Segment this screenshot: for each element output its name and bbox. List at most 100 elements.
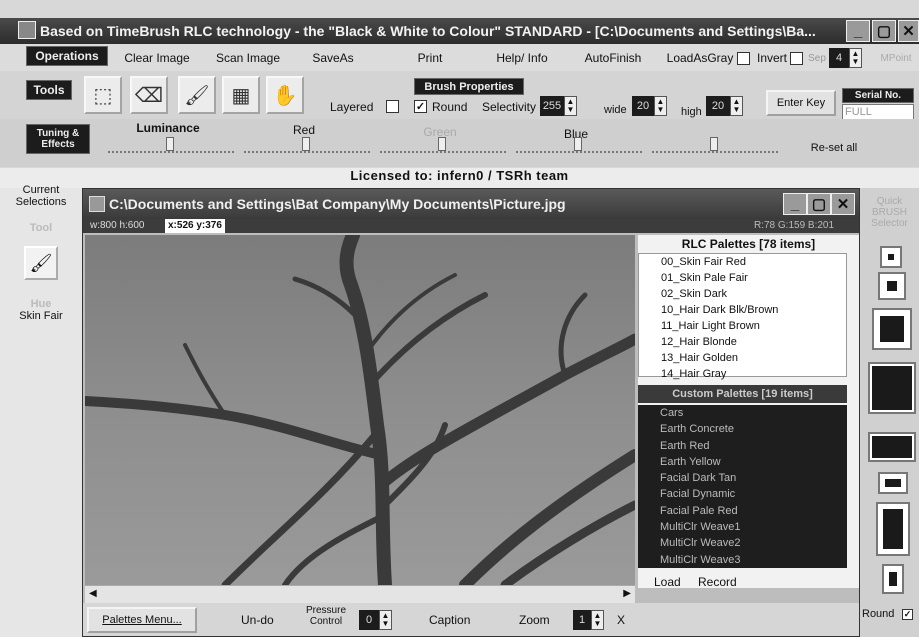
document-title: C:\Documents and Settings\Bat Company\My… xyxy=(109,196,566,212)
zoom-arrows-icon[interactable]: ▲ ▼ xyxy=(591,610,604,630)
reset-all-button[interactable]: Re-set all xyxy=(794,136,874,160)
doc-close-button[interactable]: ✕ xyxy=(831,193,855,215)
list-item[interactable]: MultiClr Weave1 xyxy=(638,519,847,535)
list-item[interactable]: 12_Hair Blonde xyxy=(639,334,846,350)
select-tool-button[interactable]: ⬚ xyxy=(84,76,122,114)
wide-value: 20 xyxy=(632,96,654,116)
loadasgray-checkbox[interactable] xyxy=(737,52,750,65)
saveas-button[interactable]: SaveAs xyxy=(298,48,368,68)
brush-size-4-button[interactable] xyxy=(868,362,916,414)
selectivity-stepper[interactable]: 255 ▲ ▼ xyxy=(540,96,577,116)
zoom-stepper[interactable]: 1 ▲ ▼ xyxy=(573,610,604,630)
pressure-stepper[interactable]: 0 ▲ ▼ xyxy=(359,610,392,630)
invert-checkbox[interactable] xyxy=(790,52,803,65)
hand-icon: ✋ xyxy=(272,84,298,107)
doc-minimize-button[interactable]: _ xyxy=(783,193,807,215)
bottom-toolbar: Palettes Menu... Un-do Pressure Control … xyxy=(83,603,859,636)
green-slider[interactable] xyxy=(380,137,506,153)
sep-arrows-icon[interactable]: ▲ ▼ xyxy=(849,48,862,68)
pressure-arrows-icon[interactable]: ▲ ▼ xyxy=(379,610,392,630)
current-tool-button[interactable]: 🖌 xyxy=(24,246,58,280)
undo-button[interactable]: Un-do xyxy=(241,613,274,627)
brush-size-5-button[interactable] xyxy=(868,432,916,462)
wide-arrows-icon[interactable]: ▲ ▼ xyxy=(654,96,667,116)
custom-palette-list[interactable]: Cars Earth Concrete Earth Red Earth Yell… xyxy=(638,405,847,568)
list-item[interactable]: 13_Hair Golden xyxy=(639,350,846,366)
list-item[interactable]: Cars xyxy=(638,405,847,421)
list-item[interactable]: 10_Hair Dark Blk/Brown xyxy=(639,302,846,318)
red-slider[interactable] xyxy=(244,137,370,153)
sep-stepper[interactable]: 4 ▲ ▼ xyxy=(829,48,862,68)
fill-tool-button[interactable]: ▦ xyxy=(222,76,260,114)
brush-size-2-button[interactable] xyxy=(878,272,906,300)
layered-checkbox[interactable] xyxy=(386,100,399,113)
eraser-tool-button[interactable]: ⌫ xyxy=(130,76,168,114)
scan-image-button[interactable]: Scan Image xyxy=(206,48,290,68)
extra-slider[interactable] xyxy=(652,137,778,153)
palettes-menu-button[interactable]: Palettes Menu... xyxy=(87,607,197,633)
rlc-palette-list[interactable]: 00_Skin Fair Red 01_Skin Pale Fair 02_Sk… xyxy=(638,253,847,380)
extra-knob[interactable] xyxy=(710,137,718,151)
list-item[interactable]: Earth Concrete xyxy=(638,421,847,437)
luminance-slider[interactable] xyxy=(108,137,234,153)
brush-size-3-button[interactable] xyxy=(872,308,912,350)
autofinish-button[interactable]: AutoFinish xyxy=(572,48,654,68)
loadasgray-button[interactable]: LoadAsGray xyxy=(664,48,736,68)
record-palette-button[interactable]: Record xyxy=(698,575,737,589)
caption-button[interactable]: Caption xyxy=(429,613,470,627)
list-item[interactable]: Earth Red xyxy=(638,438,847,454)
high-arrows-icon[interactable]: ▲ ▼ xyxy=(730,96,743,116)
image-canvas[interactable] xyxy=(85,235,635,585)
canvas-hscroll[interactable]: ◀ ▶ xyxy=(85,585,635,603)
list-item[interactable]: 14_Hair Gray xyxy=(639,366,846,382)
list-item[interactable]: Facial Dynamic xyxy=(638,486,847,502)
brush-properties-title: Brush Properties xyxy=(414,78,524,95)
enter-key-button[interactable]: Enter Key xyxy=(766,90,836,116)
list-item[interactable]: 00_Skin Fair Red xyxy=(639,254,846,270)
list-item[interactable]: MultiClr Weave3 xyxy=(638,552,847,568)
clear-image-button[interactable]: Clear Image xyxy=(118,48,196,68)
list-item[interactable]: Earth Yellow xyxy=(638,454,847,470)
brush-size-7-button[interactable] xyxy=(876,502,910,556)
brush-size-6-button[interactable] xyxy=(878,472,908,494)
scroll-right-icon[interactable]: ▶ xyxy=(623,588,631,599)
brush-tool-button[interactable]: 🖌 xyxy=(178,76,216,114)
scroll-left-icon[interactable]: ◀ xyxy=(89,588,97,599)
blue-slider[interactable] xyxy=(516,137,642,153)
wide-stepper[interactable]: 20 ▲ ▼ xyxy=(632,96,667,116)
high-stepper[interactable]: 20 ▲ ▼ xyxy=(706,96,743,116)
minimize-button[interactable]: _ xyxy=(846,20,870,42)
round-label: Round xyxy=(862,608,895,620)
list-item[interactable]: 02_Skin Dark xyxy=(639,286,846,302)
round-checkbox[interactable]: ✓ xyxy=(414,100,427,113)
brush-dot-icon xyxy=(880,316,904,342)
list-item[interactable]: Facial Pale Red xyxy=(638,503,847,519)
list-item[interactable]: MultiClr Weave2 xyxy=(638,535,847,551)
green-knob[interactable] xyxy=(438,137,446,151)
help-info-button[interactable]: Help/ Info xyxy=(482,48,562,68)
list-item[interactable]: 01_Skin Pale Fair xyxy=(639,270,846,286)
image-info-bar: w:800 h:600 x:526 y:376 R:78 G:159 B:201 xyxy=(83,219,859,233)
selectivity-arrows-icon[interactable]: ▲ ▼ xyxy=(564,96,577,116)
brush-icon: 🖌 xyxy=(184,84,210,107)
luminance-knob[interactable] xyxy=(166,137,174,151)
brush-dot-icon xyxy=(883,509,903,549)
pressure-label-line2: Control xyxy=(309,616,343,627)
hue-value: Skin Fair xyxy=(19,310,63,322)
quick-round-checkbox[interactable]: ✓ xyxy=(902,609,913,620)
brush-size-1-button[interactable] xyxy=(880,246,902,268)
doc-maximize-button[interactable]: ▢ xyxy=(807,193,831,215)
brush-size-8-button[interactable] xyxy=(882,564,904,594)
list-item[interactable]: Facial Dark Tan xyxy=(638,470,847,486)
close-button[interactable]: ✕ xyxy=(898,20,919,42)
maximize-button[interactable]: ▢ xyxy=(872,20,896,42)
blue-knob[interactable] xyxy=(574,137,582,151)
serial-field[interactable]: FULL xyxy=(842,104,914,120)
hand-tool-button[interactable]: ✋ xyxy=(266,76,304,114)
print-button[interactable]: Print xyxy=(400,48,460,68)
tool-label: Tool xyxy=(29,222,53,234)
high-label: high xyxy=(681,106,702,118)
load-palette-button[interactable]: Load xyxy=(654,575,681,589)
list-item[interactable]: 11_Hair Light Brown xyxy=(639,318,846,334)
red-knob[interactable] xyxy=(302,137,310,151)
